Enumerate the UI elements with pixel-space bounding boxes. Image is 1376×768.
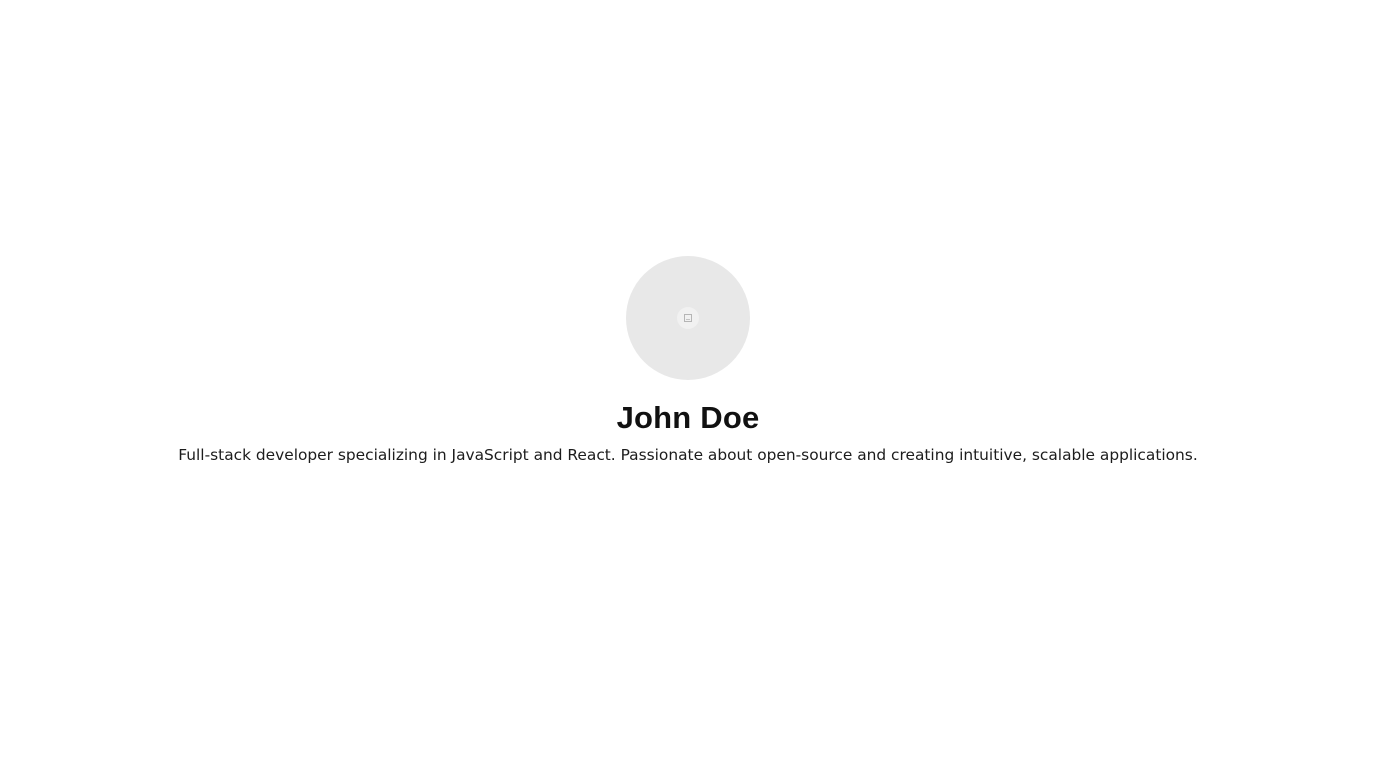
broken-image-icon — [677, 307, 699, 329]
profile-bio: Full-stack developer specializing in Jav… — [178, 446, 1198, 464]
avatar — [626, 256, 750, 380]
page: John Doe Full-stack developer specializi… — [0, 0, 1376, 768]
profile-name: John Doe — [616, 400, 760, 435]
profile-card: John Doe Full-stack developer specializi… — [0, 256, 1376, 467]
